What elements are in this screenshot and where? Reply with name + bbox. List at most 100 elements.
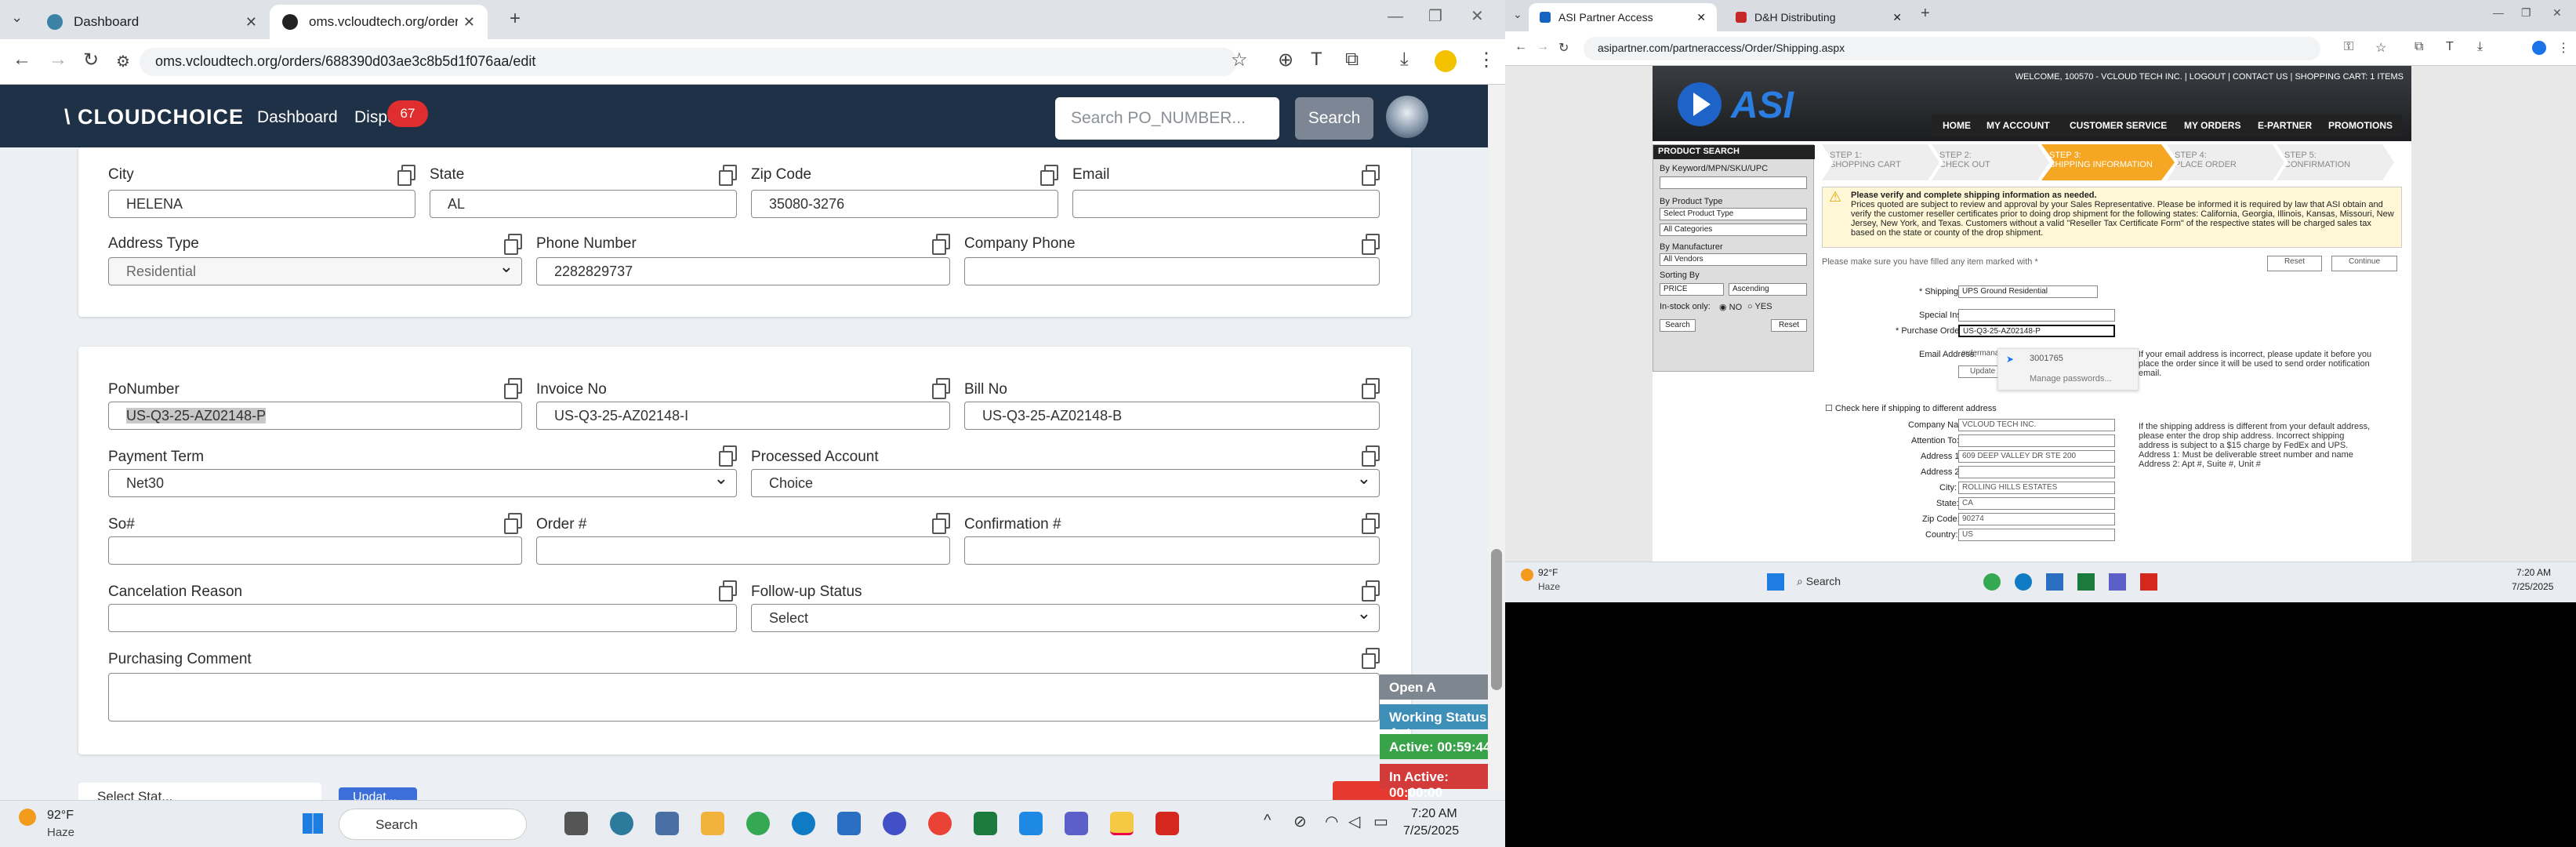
copy-icon[interactable] [504, 378, 522, 399]
po-search-input[interactable]: Search PO_NUMBER... [1055, 97, 1279, 140]
copy-icon[interactable] [397, 165, 415, 186]
url-field[interactable]: asipartner.com/partneraccess/Order/Shipp… [1584, 37, 2320, 60]
profile-icon[interactable] [1435, 50, 1457, 72]
download-icon[interactable]: ⤓ [1400, 49, 1409, 71]
forward-icon[interactable]: → [49, 49, 67, 71]
copy-icon[interactable] [1362, 165, 1380, 186]
continue-button[interactable]: Continue [2331, 256, 2397, 271]
country-input[interactable]: US [1958, 529, 2115, 541]
copy-icon[interactable] [1362, 234, 1380, 255]
copy-icon[interactable] [719, 165, 737, 186]
photos-icon[interactable] [1019, 812, 1043, 835]
bill-input[interactable]: US-Q3-25-AZ02148-B [964, 402, 1380, 430]
close-tab-icon[interactable]: ✕ [1696, 11, 1706, 24]
state-input[interactable]: CA [1958, 497, 2115, 510]
avatar[interactable] [1386, 96, 1428, 138]
browser-menu-icon[interactable]: ⋮ [2557, 40, 2570, 56]
sort-direction-select[interactable]: Ascending [1729, 283, 1807, 296]
acrobat-icon[interactable] [2140, 573, 2157, 591]
copy-icon[interactable] [932, 513, 950, 534]
tab-menu-chevron-icon[interactable]: ⌄ [11, 9, 23, 26]
back-icon[interactable]: ← [1515, 40, 1527, 54]
windows-start-icon[interactable] [303, 813, 323, 834]
copy-icon[interactable] [1362, 513, 1380, 534]
bookmark-star-icon[interactable]: ☆ [2375, 40, 2386, 56]
edge-app-icon[interactable] [610, 812, 633, 835]
sticky-notes-icon[interactable] [1110, 812, 1134, 835]
new-tab-icon[interactable]: + [510, 8, 521, 30]
extensions-icon[interactable]: ⧉ [2415, 40, 2423, 54]
purchasing-comment-textarea[interactable] [108, 673, 1380, 722]
po-input[interactable]: US-Q3-25-AZ02148-P [1958, 325, 2115, 337]
app-icon[interactable] [883, 812, 906, 835]
menu-home[interactable]: HOME [1943, 120, 1971, 131]
menu-promotions[interactable]: PROMOTIONS [2328, 120, 2393, 131]
company-input[interactable]: VCLOUD TECH INC. [1958, 419, 2115, 431]
copy-icon[interactable] [1362, 648, 1380, 669]
product-type-select[interactable]: Select Product Type [1660, 208, 1807, 220]
translate-icon[interactable]: ⊕ [1278, 49, 1293, 71]
outlook-icon[interactable] [837, 812, 861, 835]
copy-icon[interactable] [719, 580, 737, 602]
edge-icon[interactable] [792, 812, 815, 835]
menu-my-account[interactable]: MY ACCOUNT [1986, 120, 2050, 131]
download-icon[interactable]: ⤓ [2477, 40, 2483, 54]
city-input[interactable]: ROLLING HILLS ESTATES [1958, 482, 2115, 494]
in-stock-no-radio[interactable]: ◉ NO [1719, 302, 1742, 312]
reload-icon[interactable]: ↻ [1558, 40, 1569, 56]
close-tab-icon[interactable]: ✕ [245, 14, 257, 31]
payment-term-select[interactable]: Net30 [108, 469, 737, 497]
password-key-icon[interactable]: ⚿ [2344, 40, 2353, 54]
maximize-icon[interactable]: ❐ [1428, 6, 1442, 26]
browser-menu-icon[interactable]: ⋮ [1477, 49, 1496, 71]
reload-icon[interactable]: ↻ [83, 49, 99, 71]
asi-logo[interactable]: ASI [1676, 77, 1849, 132]
copy-icon[interactable] [932, 378, 950, 399]
open-panel-button[interactable]: Open A [1380, 674, 1505, 700]
teams-icon[interactable] [1065, 812, 1088, 835]
nav-dashboard[interactable]: Dashboard [257, 108, 338, 127]
reader-icon[interactable]: T [2446, 40, 2454, 54]
tab-dh[interactable]: D&H Distributing ✕ [1725, 3, 1913, 31]
outlook-icon[interactable] [2046, 573, 2063, 591]
in-stock-yes-radio[interactable]: ○ YES [1747, 302, 1772, 311]
vendors-select[interactable]: All Vendors [1660, 253, 1807, 266]
categories-select[interactable]: All Categories [1660, 224, 1807, 236]
maximize-icon[interactable]: ❐ [2521, 6, 2531, 20]
keyword-input[interactable] [1660, 176, 1807, 189]
reader-icon[interactable]: T [1311, 49, 1322, 71]
reset-button[interactable]: Reset [2267, 256, 2322, 271]
attention-input[interactable] [1958, 434, 2115, 447]
battery-icon[interactable]: ▭ [1373, 812, 1388, 831]
extensions-icon[interactable]: ⧉ [1345, 49, 1359, 71]
asi-top-links[interactable]: WELCOME, 100570 - VCLOUD TECH INC. | LOG… [2015, 72, 2404, 82]
cancelation-reason-input[interactable] [108, 604, 737, 632]
step-shopping-cart[interactable]: STEP 1: SHOPPING CART [1822, 144, 1939, 180]
menu-customer-service[interactable]: CUSTOMER SERVICE [2070, 120, 2167, 131]
close-tab-icon[interactable]: ✕ [463, 14, 475, 31]
address1-input[interactable]: 609 DEEP VALLEY DR STE 200 [1958, 450, 2115, 463]
volume-icon[interactable]: ◁ [1348, 812, 1360, 831]
processed-account-select[interactable]: Choice [751, 469, 1380, 497]
zip-input[interactable]: 90274 [1958, 513, 2115, 525]
bookmark-star-icon[interactable]: ☆ [1231, 49, 1248, 71]
taskbar-search[interactable]: ⌕ Search [1797, 575, 1841, 588]
address2-input[interactable] [1958, 466, 2115, 478]
phone-input[interactable]: 2282829737 [536, 257, 950, 285]
autofill-value[interactable]: 3001765 [2030, 354, 2063, 363]
company-phone-input[interactable] [964, 257, 1380, 285]
tray-chevron-icon[interactable]: ^ [1264, 812, 1271, 830]
step-check-out[interactable]: STEP 2: CHECK OUT [1932, 144, 2049, 180]
search-button[interactable]: Search [1295, 97, 1373, 140]
forward-icon[interactable]: → [1537, 40, 1549, 54]
minimize-icon[interactable]: — [1388, 8, 1403, 26]
copy-icon[interactable] [1040, 165, 1058, 186]
tab-dashboard[interactable]: Dashboard ✕ [34, 5, 270, 39]
copy-icon[interactable] [504, 513, 522, 534]
scrollbar-thumb[interactable] [1491, 549, 1502, 690]
taskbar-search[interactable]: Search [339, 809, 527, 840]
excel-icon[interactable] [2077, 573, 2095, 591]
copy-icon[interactable] [932, 234, 950, 255]
city-input[interactable]: HELENA [108, 190, 415, 218]
copy-icon[interactable] [1362, 378, 1380, 399]
